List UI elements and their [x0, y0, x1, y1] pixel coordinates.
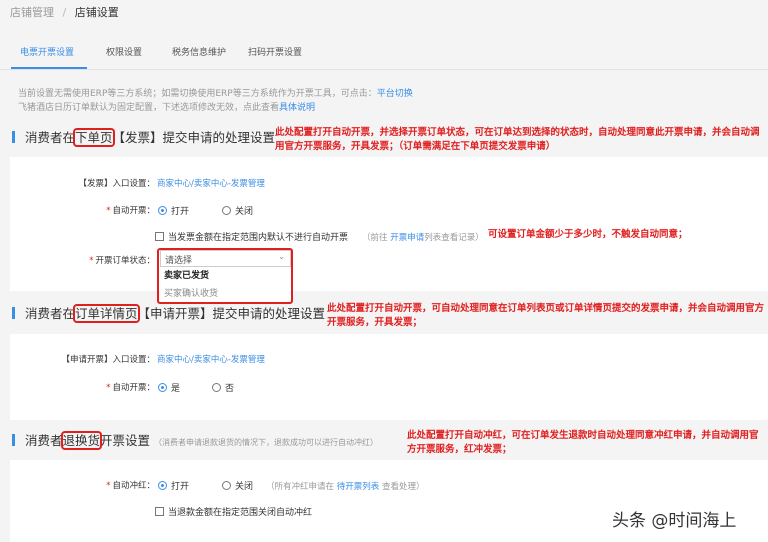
checkbox-icon: [155, 507, 164, 516]
radio-label: 关闭: [235, 482, 254, 492]
auto-invoice-label: * 自动开票：: [60, 381, 155, 393]
title-text: 【申请开票】提交申请的处理设置: [137, 306, 326, 321]
required-mark: *: [89, 256, 94, 266]
active-tab-indicator: [11, 67, 87, 69]
radio-on[interactable]: 打开: [158, 204, 189, 217]
refund-range-checkbox[interactable]: 当退款金额在指定范围关闭自动冲红: [155, 505, 312, 518]
checkbox-label: 当退款金额在指定范围关闭自动冲红: [168, 508, 313, 518]
tab-scan-invoice[interactable]: 扫码开票设置: [248, 45, 302, 58]
section-1-title: 消费者在下单页【发票】提交申请的处理设置: [12, 127, 276, 147]
section-marker: [12, 131, 15, 143]
section-3-annotation: 此处配置打开自动冲红，可在订单发生退款时自动处理同意冲红申请，并自动调用官方开票…: [407, 430, 759, 455]
section-marker: [12, 307, 15, 319]
radio-label: 否: [225, 384, 235, 394]
hint-text: 列表查看记录）: [424, 233, 484, 243]
highlight-box: [157, 248, 293, 304]
required-mark: *: [106, 383, 111, 393]
checkbox-annotation: 可设置订单金额少于多少时，不触发自动同意；: [488, 229, 688, 240]
pending-invoice-list-link[interactable]: 待开票列表: [337, 482, 380, 492]
order-status-label: * 开票订单状态：: [60, 254, 155, 266]
info-line-2: 飞猪酒店日历订单默认为固定配置，下述选项修改无效，点此查看具体说明: [18, 100, 315, 113]
checkbox-label: 当发票金额在指定范围内默认不进行自动开票: [168, 233, 349, 243]
checkbox-icon: [155, 232, 164, 241]
title-highlight: 订单详情页: [73, 304, 140, 323]
title-text: 消费者在: [25, 306, 76, 321]
radio-yes[interactable]: 是: [158, 381, 180, 394]
details-link[interactable]: 具体说明: [279, 103, 315, 113]
entry-label: 【申请开票】入口设置：: [61, 355, 155, 365]
radio-checked-icon: [158, 383, 167, 392]
invoice-request-link[interactable]: 开票申请: [390, 233, 424, 243]
section-2-annotation: 此处配置打开自动开票，可自动处理同意在订单列表页或订单详情页提交的发票申请，并会…: [327, 303, 765, 328]
radio-unchecked-icon: [222, 481, 231, 490]
tab-invoice-settings[interactable]: 电票开票设置: [20, 45, 74, 58]
label-text: 自动冲红：: [112, 481, 155, 491]
tab-permissions[interactable]: 权限设置: [106, 45, 142, 58]
section-marker: [12, 434, 15, 446]
tab-divider: [0, 69, 768, 70]
info-line-1: 当前设置无需使用ERP等三方系统；如需切换使用ERP等三方系统作为开票工具，可点…: [18, 86, 413, 99]
hint-text: （前往: [362, 233, 388, 243]
radio-on[interactable]: 打开: [158, 479, 189, 492]
auto-reverse-label: * 自动冲红：: [60, 479, 155, 491]
info-text: 当前设置无需使用ERP等三方系统；如需切换使用ERP等三方系统作为开票工具，可点…: [18, 89, 377, 99]
section-2-card: [10, 334, 768, 420]
required-mark: *: [106, 206, 111, 216]
hint: （前往 开票申请列表查看记录）: [362, 231, 484, 243]
label-text: 自动开票：: [112, 383, 155, 393]
radio-label: 是: [171, 384, 181, 394]
section-1-annotation: 此处配置打开自动开票，并选择开票订单状态，可在订单达到选择的状态时，自动处理同意…: [275, 127, 760, 152]
section-2-title: 消费者在订单详情页【申请开票】提交申请的处理设置: [12, 303, 326, 323]
breadcrumb-separator: /: [62, 6, 67, 19]
platform-switch-link[interactable]: 平台切换: [377, 89, 413, 99]
invoice-management-link[interactable]: 商家中心/卖家中心-发票管理: [157, 177, 265, 189]
entry-label: 【发票】入口设置：: [78, 179, 155, 189]
radio-unchecked-icon: [222, 206, 231, 215]
hint-text: 查看处理）: [381, 482, 425, 492]
section-subtitle: （消费者申请退款退货的情况下，退款成功可以进行自动冲红）: [154, 438, 379, 447]
required-mark: *: [106, 481, 111, 491]
title-highlight: 退换货: [60, 431, 103, 450]
tab-tax-info[interactable]: 税务信息维护: [172, 45, 226, 58]
title-text: 消费者: [25, 433, 63, 448]
label-text: 自动开票：: [112, 206, 155, 216]
auto-invoice-label: * 自动开票：: [60, 204, 155, 216]
hint-text: （所有冲红申请在: [266, 482, 335, 492]
radio-label: 打开: [171, 482, 190, 492]
breadcrumb: 店铺管理 / 店铺设置: [10, 4, 119, 20]
watermark: 头条 @时间海上: [612, 511, 737, 531]
hint: （所有冲红申请在 待开票列表 查看处理）: [266, 480, 424, 492]
breadcrumb-parent[interactable]: 店铺管理: [10, 6, 54, 19]
label-text: 开票订单状态：: [95, 256, 155, 266]
info-text: 飞猪酒店日历订单默认为固定配置，下述选项修改无效，点此查看: [18, 103, 280, 113]
title-text: 开票设置: [100, 433, 151, 448]
title-text: 【发票】提交申请的处理设置: [112, 130, 276, 145]
radio-checked-icon: [158, 206, 167, 215]
radio-unchecked-icon: [212, 383, 221, 392]
section-3-title: 消费者退换货开票设置 （消费者申请退款退货的情况下，退款成功可以进行自动冲红）: [12, 430, 379, 450]
radio-label: 关闭: [235, 207, 254, 217]
breadcrumb-current: 店铺设置: [74, 6, 119, 19]
radio-checked-icon: [158, 481, 167, 490]
radio-no[interactable]: 否: [212, 381, 234, 394]
invoice-management-link[interactable]: 商家中心/卖家中心-发票管理: [157, 353, 265, 365]
title-text: 消费者在: [25, 130, 76, 145]
radio-off[interactable]: 关闭: [222, 479, 253, 492]
amount-range-checkbox[interactable]: 当发票金额在指定范围内默认不进行自动开票: [155, 230, 348, 243]
radio-label: 打开: [171, 207, 190, 217]
title-highlight: 下单页: [73, 128, 115, 147]
radio-off[interactable]: 关闭: [222, 204, 253, 217]
